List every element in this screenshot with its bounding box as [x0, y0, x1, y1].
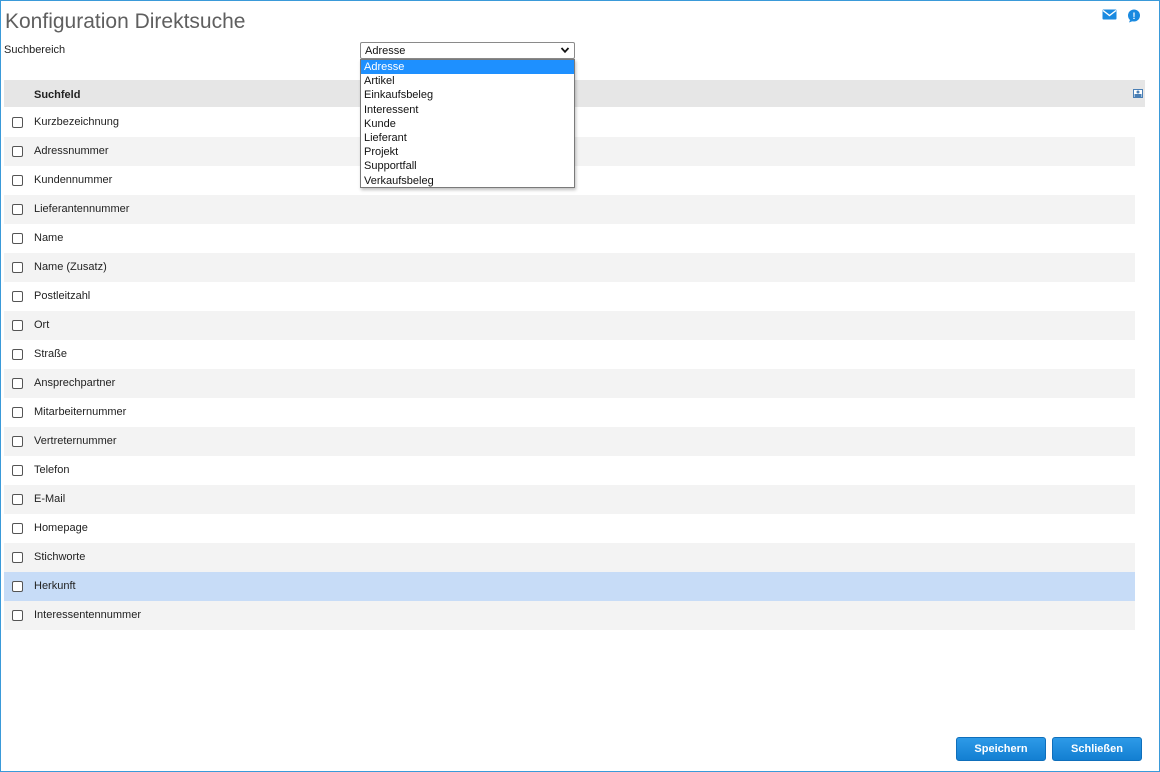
row-checkbox[interactable] [12, 349, 23, 360]
row-label: Kundennummer [34, 174, 113, 186]
row-checkbox[interactable] [12, 465, 23, 476]
row-label: Ort [34, 319, 50, 331]
row-label: Kurzbezeichnung [34, 116, 120, 128]
row-checkbox[interactable] [12, 407, 23, 418]
table-row[interactable]: Homepage [4, 514, 1135, 543]
dropdown-option-kunde[interactable]: Kunde [361, 117, 574, 131]
search-area-selected-value: Adresse [365, 45, 406, 57]
table-row[interactable]: Ansprechpartner [4, 369, 1135, 398]
row-checkbox[interactable] [12, 494, 23, 505]
search-area-label: Suchbereich [4, 44, 66, 56]
row-label: Interessentennummer [34, 609, 141, 621]
row-label: E-Mail [34, 493, 66, 505]
table-row[interactable]: Name (Zusatz) [4, 253, 1135, 282]
table-row[interactable]: Ort [4, 311, 1135, 340]
table-row[interactable]: E-Mail [4, 485, 1135, 514]
row-label: Homepage [34, 522, 88, 534]
row-label: Name [34, 232, 64, 244]
dropdown-option-supportfall[interactable]: Supportfall [361, 159, 574, 173]
dropdown-option-projekt[interactable]: Projekt [361, 145, 574, 159]
row-label: Name (Zusatz) [34, 261, 107, 273]
save-button[interactable]: Speichern [956, 737, 1046, 761]
page-title: Konfiguration Direktsuche [5, 10, 246, 33]
dropdown-option-lieferant[interactable]: Lieferant [361, 131, 574, 145]
row-label: Telefon [34, 464, 70, 476]
row-checkbox[interactable] [12, 378, 23, 389]
table-row-highlighted[interactable]: Herkunft [4, 572, 1135, 601]
table-row[interactable]: Vertreternummer [4, 427, 1135, 456]
table-row[interactable]: Interessentennummer [4, 601, 1135, 630]
row-label: Straße [34, 348, 68, 360]
header-icons: ! [1102, 9, 1141, 23]
table-row[interactable]: Mitarbeiternummer [4, 398, 1135, 427]
close-button[interactable]: Schließen [1052, 737, 1142, 761]
row-label: Stichworte [34, 551, 86, 563]
row-checkbox[interactable] [12, 581, 23, 592]
row-checkbox[interactable] [12, 175, 23, 186]
search-area-dropdown: Adresse Artikel Einkaufsbeleg Interessen… [360, 59, 575, 188]
row-checkbox[interactable] [12, 320, 23, 331]
row-checkbox[interactable] [12, 552, 23, 563]
svg-text:!: ! [1133, 11, 1136, 21]
row-label: Vertreternummer [34, 435, 117, 447]
dropdown-option-artikel[interactable]: Artikel [361, 74, 574, 88]
row-label: Lieferantennummer [34, 203, 130, 215]
row-label: Adressnummer [34, 145, 109, 157]
row-label: Ansprechpartner [34, 377, 116, 389]
row-checkbox[interactable] [12, 436, 23, 447]
help-icon[interactable]: ! [1127, 9, 1141, 23]
mail-icon[interactable] [1102, 9, 1117, 23]
table-row[interactable]: Postleitzahl [4, 282, 1135, 311]
row-label: Postleitzahl [34, 290, 91, 302]
column-header-suchfeld[interactable]: Suchfeld [34, 89, 80, 101]
row-label: Mitarbeiternummer [34, 406, 127, 418]
row-checkbox[interactable] [12, 146, 23, 157]
chevron-down-icon [560, 45, 570, 58]
row-label: Herkunft [34, 580, 76, 592]
column-settings-icon[interactable] [1133, 89, 1143, 101]
row-checkbox[interactable] [12, 291, 23, 302]
row-checkbox[interactable] [12, 523, 23, 534]
row-checkbox[interactable] [12, 117, 23, 128]
dropdown-option-verkaufsbeleg[interactable]: Verkaufsbeleg [361, 174, 574, 188]
table-row[interactable]: Straße [4, 340, 1135, 369]
dropdown-option-adresse[interactable]: Adresse [361, 60, 574, 75]
row-checkbox[interactable] [12, 204, 23, 215]
table-row[interactable]: Telefon [4, 456, 1135, 485]
dialog-window: Konfiguration Direktsuche ! Suchbereich … [0, 0, 1160, 772]
row-checkbox[interactable] [12, 262, 23, 273]
row-checkbox[interactable] [12, 233, 23, 244]
table-row[interactable]: Name [4, 224, 1135, 253]
table-row[interactable]: Lieferantennummer [4, 195, 1135, 224]
table-row[interactable]: Stichworte [4, 543, 1135, 572]
search-area-select[interactable]: Adresse [360, 42, 575, 59]
row-checkbox[interactable] [12, 610, 23, 621]
dropdown-option-interessent[interactable]: Interessent [361, 103, 574, 117]
dropdown-option-einkaufsbeleg[interactable]: Einkaufsbeleg [361, 88, 574, 102]
